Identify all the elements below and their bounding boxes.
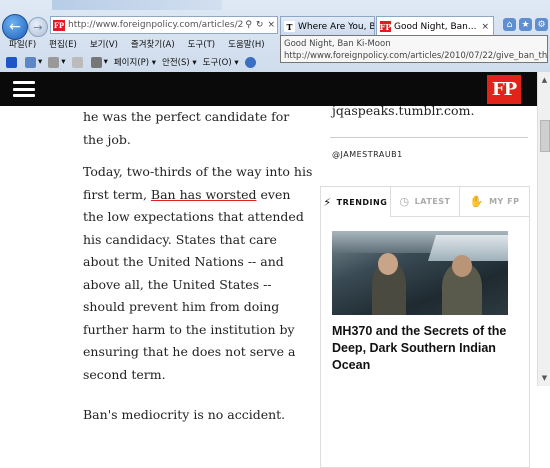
tab-where-are-you[interactable]: T Where Are You, Ban... [280, 16, 375, 36]
scrollbar-thumb[interactable] [540, 120, 550, 152]
fp-icon: FP [379, 21, 392, 32]
tab-my-fp[interactable]: ✋ MY FP [459, 187, 530, 217]
background-window-strip [52, 0, 222, 10]
lightning-icon: ⚡ [323, 195, 332, 209]
hand-icon: ✋ [469, 195, 485, 208]
bluetooth-icon [6, 56, 17, 68]
menu-favorites[interactable]: 즐겨찾기(A) [122, 38, 179, 52]
star-icon[interactable]: ★ [519, 18, 532, 31]
address-bar[interactable]: FP http://www.foreignpolicy.com/articles… [50, 16, 278, 34]
page-menu[interactable]: 페이지(P) ▾ [114, 56, 156, 68]
mail-button[interactable] [71, 56, 85, 68]
gear-icon[interactable]: ⚙ [535, 18, 548, 31]
tab-good-night[interactable]: FP Good Night, Ban... × [376, 16, 494, 36]
help-button[interactable] [244, 56, 258, 68]
story-title[interactable]: MH370 and the Secrets of the Deep, Dark … [332, 323, 528, 374]
print-button[interactable]: ▾ [90, 56, 108, 68]
fp-logo[interactable]: FP [487, 75, 521, 104]
trending-widget: ⚡ TRENDING ◷ LATEST ✋ MY FP MH370 and the S… [320, 186, 530, 468]
divider [330, 137, 528, 138]
menu-edit[interactable]: 편집(E) [40, 38, 81, 52]
address-url[interactable]: http://www.foreignpolicy.com/articles/20… [68, 20, 243, 30]
safety-menu[interactable]: 안전(S) ▾ [162, 56, 197, 68]
tab-label: MY FP [489, 197, 520, 206]
bluetooth-button[interactable] [6, 56, 19, 68]
forward-arrow-icon: → [33, 20, 43, 34]
mail-icon [71, 56, 83, 68]
tab-label: TRENDING [336, 197, 388, 207]
page-scrollbar[interactable]: ▲ ▼ [537, 72, 550, 386]
tumblr-link[interactable]: jqaspeaks.tumblr.com. [332, 103, 474, 118]
home-icon[interactable]: ⌂ [503, 18, 516, 31]
tab-trending[interactable]: ⚡ TRENDING [321, 187, 390, 217]
home-toolbar-button[interactable]: ▾ [25, 56, 42, 68]
tab-tooltip: Good Night, Ban Ki-Moon http://www.forei… [280, 35, 548, 63]
story-image[interactable] [332, 231, 508, 315]
tab-latest[interactable]: ◷ LATEST [389, 187, 460, 217]
article-paragraph: Today, two-thirds of the way into his fi… [83, 161, 313, 386]
clock-icon: ◷ [399, 195, 410, 208]
article-paragraph: Ban's mediocrity is no accident. [83, 407, 286, 422]
nyt-icon: T [284, 21, 295, 32]
tab-label: Where Are You, Ban... [298, 21, 374, 32]
rss-icon [48, 56, 60, 68]
tools-menu[interactable]: 도구(O) ▾ [203, 56, 239, 68]
article-body: he was the perfect candidate for the job… [83, 106, 313, 427]
window-icons: ⌂ ★ ⚙ [503, 18, 548, 31]
search-icon[interactable]: ⚲ [243, 20, 254, 30]
article-link[interactable]: Ban has worsted [151, 187, 257, 202]
feeds-button[interactable]: ▾ [48, 56, 66, 68]
menu-bar: 파일(F) 편집(E) 보기(V) 즐겨찾기(A) 도구(T) 도움말(H) [0, 38, 269, 52]
menu-view[interactable]: 보기(V) [81, 38, 122, 52]
printer-icon [90, 56, 102, 68]
menu-tools[interactable]: 도구(T) [179, 38, 219, 52]
hamburger-menu-icon[interactable] [13, 81, 35, 97]
menu-file[interactable]: 파일(F) [0, 38, 40, 52]
tooltip-title: Good Night, Ban Ki-Moon [284, 39, 391, 49]
twitter-handle[interactable]: @JAMESTRAUB1 [332, 150, 403, 159]
tab-close-icon[interactable]: × [477, 22, 493, 32]
article-paragraph: he was the perfect candidate for the job… [83, 109, 290, 147]
tooltip-url: http://www.foreignpolicy.com/articles/20… [284, 51, 548, 61]
widget-tabs: ⚡ TRENDING ◷ LATEST ✋ MY FP [321, 187, 530, 217]
fp-favicon: FP [53, 19, 65, 31]
help-icon [244, 56, 256, 68]
back-arrow-icon: ← [9, 19, 21, 35]
back-button[interactable]: ← [2, 14, 28, 40]
forward-button[interactable]: → [28, 17, 48, 37]
paragraph-text: even the low expectations that attended … [83, 186, 304, 382]
scroll-down-icon[interactable]: ▼ [539, 372, 550, 383]
refresh-icon[interactable]: ↻ [254, 20, 266, 30]
close-icon[interactable]: × [265, 20, 277, 30]
scroll-up-icon[interactable]: ▲ [539, 74, 550, 85]
tab-label: LATEST [414, 197, 451, 206]
site-header: FP [0, 72, 537, 106]
tab-label: Good Night, Ban... [394, 21, 477, 32]
home-icon [25, 56, 36, 68]
menu-help[interactable]: 도움말(H) [219, 38, 268, 52]
